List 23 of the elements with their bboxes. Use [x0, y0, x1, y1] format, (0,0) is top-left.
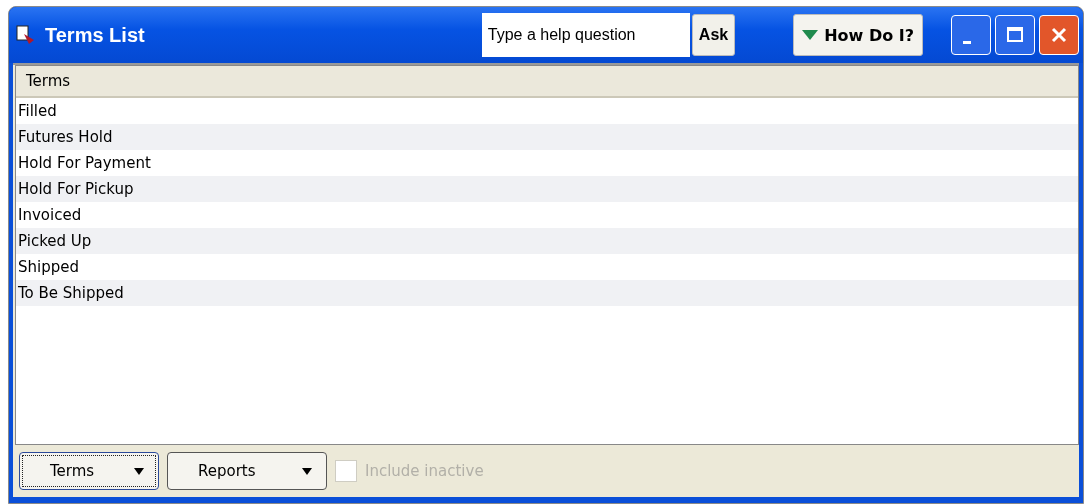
checkbox-label: Include inactive — [365, 462, 484, 480]
table-row[interactable]: Picked Up — [16, 228, 1078, 254]
table-row[interactable]: Shipped — [16, 254, 1078, 280]
caret-icon — [134, 467, 144, 475]
table-row[interactable]: Filled — [16, 98, 1078, 124]
column-header[interactable]: Terms — [16, 72, 71, 90]
table-row[interactable]: To Be Shipped — [16, 280, 1078, 306]
how-do-i-button[interactable]: How Do I? — [793, 14, 923, 56]
minimize-icon — [963, 40, 971, 44]
caret-icon — [302, 467, 312, 475]
menu-button[interactable]: Reports — [167, 452, 327, 490]
table-row[interactable]: Hold For Payment — [16, 150, 1078, 176]
minimize-button[interactable] — [951, 15, 991, 55]
table-row[interactable]: Futures Hold — [16, 124, 1078, 150]
help-search-field[interactable]: Type a help question — [481, 13, 690, 57]
close-button[interactable] — [1039, 15, 1079, 55]
maximize-button[interactable] — [995, 15, 1035, 55]
table-row[interactable]: Hold For Pickup — [16, 176, 1078, 202]
window-title: Terms List — [45, 23, 145, 47]
triangle-down-icon — [802, 30, 819, 40]
menu-button[interactable]: Terms — [19, 452, 159, 490]
ask-button[interactable]: Ask — [691, 14, 736, 56]
table-row[interactable]: Invoiced — [16, 202, 1078, 228]
